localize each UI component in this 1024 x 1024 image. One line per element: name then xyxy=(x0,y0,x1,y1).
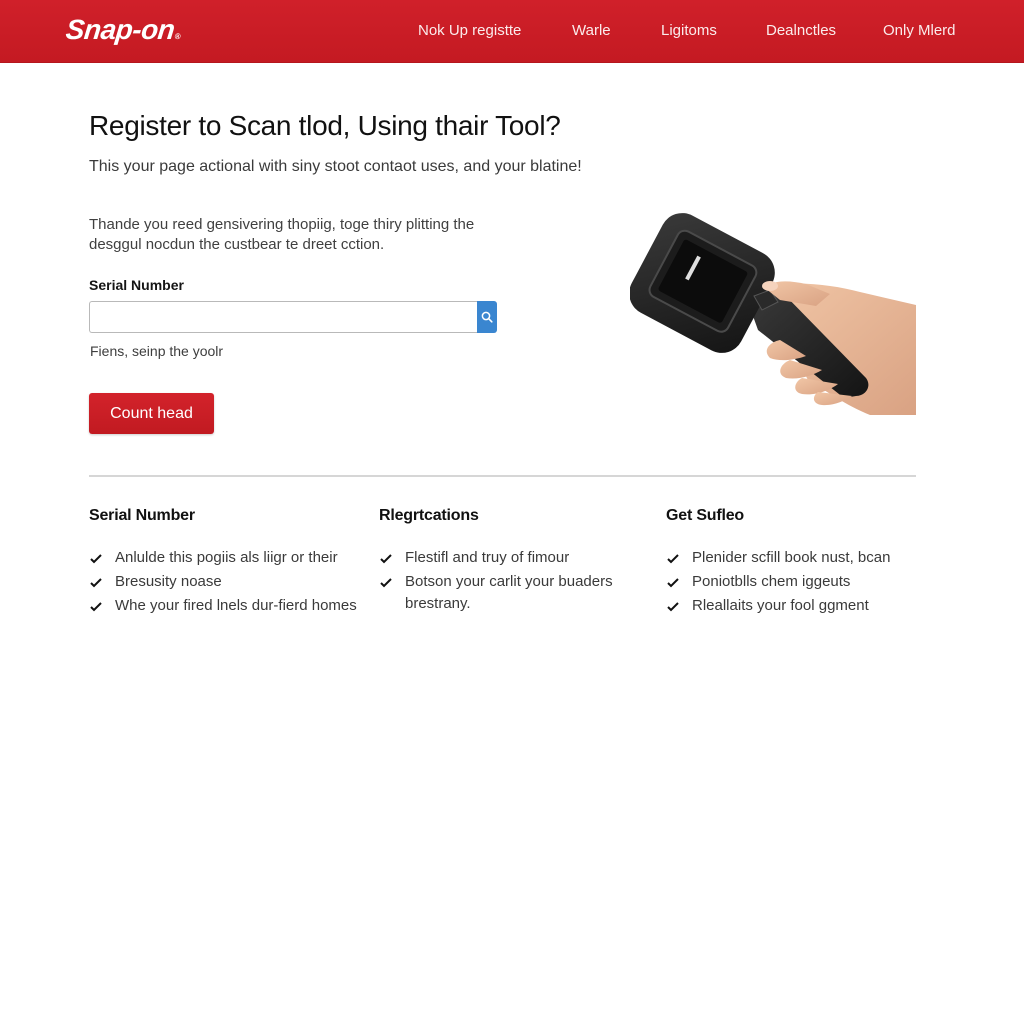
scan-tool-illustration xyxy=(629,213,916,415)
serial-search-button[interactable] xyxy=(477,301,497,333)
intro-description: Thande you reed gensivering thopiig, tog… xyxy=(89,216,475,253)
serial-number-input[interactable] xyxy=(89,301,478,333)
feature-item: Plenider scfill book nust, bcan xyxy=(666,547,936,569)
page-title: Register to Scan tlod, Using thair Tool? xyxy=(89,110,561,141)
feature-item-text: Anlulde this pogiis als liigr or their xyxy=(115,549,338,566)
feature-item: Bresusity noase xyxy=(89,571,359,593)
nav-item-ligitoms[interactable]: Ligitoms xyxy=(661,22,717,39)
top-navigation-bar: Snap-on® Nok Up registte Warle Ligitoms … xyxy=(0,0,1024,63)
checkmark-icon xyxy=(380,578,392,588)
feature-item: Flestifl and truy of fimour xyxy=(379,547,649,569)
feature-item: Rleallaits your fool ggment xyxy=(666,595,936,617)
feature-list: Flestifl and truy of fimour Botson your … xyxy=(379,547,649,615)
feature-item-text: Whe your fired lnels dur-fierd homes xyxy=(115,597,357,614)
checkmark-icon xyxy=(667,554,679,564)
nav-item-only-mlerd[interactable]: Only Mlerd xyxy=(883,22,956,39)
feature-item-text: Poniotblls chem iggeuts xyxy=(692,573,851,590)
submit-button[interactable]: Count head xyxy=(89,393,214,434)
feature-heading: Rlegrtcations xyxy=(379,507,479,524)
hero-image xyxy=(629,210,920,425)
feature-item-text: Flestifl and truy of fimour xyxy=(405,549,570,566)
feature-heading: Get Sufleo xyxy=(666,507,745,524)
feature-item-text: Botson your carlit your buaders brestran… xyxy=(405,573,613,612)
registered-mark: ® xyxy=(174,32,181,41)
section-divider xyxy=(89,475,916,477)
feature-heading: Serial Number xyxy=(89,507,195,524)
serial-number-hint: Fiens, seinp the yoolr xyxy=(90,343,224,359)
feature-item: Whe your fired lnels dur-fierd homes xyxy=(89,595,359,617)
checkmark-icon xyxy=(667,578,679,588)
snap-on-logo[interactable]: Snap-on® xyxy=(64,14,182,46)
checkmark-icon xyxy=(90,578,102,588)
nav-item-dealnctles[interactable]: Dealnctles xyxy=(766,22,836,39)
logo-text: Snap-on xyxy=(64,14,177,45)
search-icon xyxy=(481,311,493,323)
feature-column-registrations: Rlegrtcations Flestifl and truy of fimou… xyxy=(379,507,649,617)
feature-item-text: Bresusity noase xyxy=(115,573,222,590)
checkmark-icon xyxy=(90,554,102,564)
checkmark-icon xyxy=(90,602,102,612)
feature-item-text: Rleallaits your fool ggment xyxy=(692,597,869,614)
feature-list: Anlulde this pogiis als liigr or their B… xyxy=(89,547,359,617)
feature-list: Plenider scfill book nust, bcan Poniotbl… xyxy=(666,547,936,617)
feature-column-serial-number: Serial Number Anlulde this pogiis als li… xyxy=(89,507,359,619)
feature-item: Botson your carlit your buaders brestran… xyxy=(379,571,649,615)
feature-item-text: Plenider scfill book nust, bcan xyxy=(692,549,891,566)
checkmark-icon xyxy=(667,602,679,612)
checkmark-icon xyxy=(380,554,392,564)
nav-item-register[interactable]: Nok Up registte xyxy=(418,22,521,39)
feature-column-get-support: Get Sufleo Plenider scfill book nust, bc… xyxy=(666,507,936,619)
serial-number-label: Serial Number xyxy=(89,277,184,293)
feature-item: Poniotblls chem iggeuts xyxy=(666,571,936,593)
feature-item: Anlulde this pogiis als liigr or their xyxy=(89,547,359,569)
serial-number-search xyxy=(89,301,497,333)
page-subtitle: This your page actional with siny stoot … xyxy=(89,158,582,175)
nav-item-warle[interactable]: Warle xyxy=(572,22,611,39)
